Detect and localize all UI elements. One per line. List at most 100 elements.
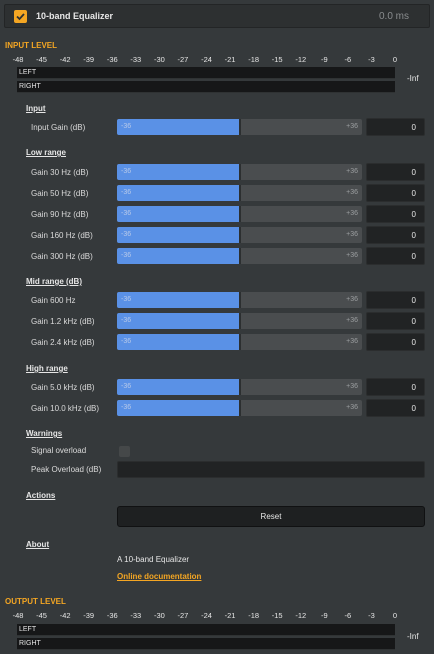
- gain-slider[interactable]: -36 +36: [117, 119, 362, 135]
- slider-fill: [117, 119, 240, 135]
- gain-value: 0: [411, 231, 416, 240]
- slider-max-label: +36: [346, 210, 358, 217]
- slider-max-label: +36: [346, 338, 358, 345]
- section-input: Input: [26, 104, 46, 113]
- gain-value-field[interactable]: 0: [366, 118, 425, 136]
- slider-thumb[interactable]: [239, 313, 241, 329]
- slider-min-label: -36: [121, 404, 132, 411]
- slider-fill: [117, 313, 240, 329]
- gain-value-field[interactable]: 0: [366, 205, 425, 223]
- slider-fill: [117, 248, 240, 264]
- gain-value-field[interactable]: 0: [366, 184, 425, 202]
- reset-button[interactable]: Reset: [117, 506, 425, 527]
- input-meter-right: RIGHT: [17, 81, 395, 93]
- scale-tick-label: -45: [36, 611, 47, 620]
- signal-overload-indicator: [119, 446, 130, 457]
- slider-thumb[interactable]: [239, 185, 241, 201]
- section-about: About: [26, 540, 50, 549]
- slider-thumb[interactable]: [239, 206, 241, 222]
- scale-tick-label: -42: [59, 611, 71, 620]
- gain-slider[interactable]: -36 +36: [117, 248, 362, 264]
- scale-tick-label: -18: [248, 611, 260, 620]
- scale-tick-label: -42: [59, 55, 71, 64]
- slider-thumb[interactable]: [239, 248, 241, 264]
- slider-thumb[interactable]: [239, 334, 241, 350]
- gain-value-field[interactable]: 0: [366, 291, 425, 309]
- gain-value-field[interactable]: 0: [366, 226, 425, 244]
- scale-tick-label: -33: [130, 611, 142, 620]
- slider-label: Gain 2.4 kHz (dB): [31, 338, 95, 347]
- scale-tick-label: -9: [320, 55, 328, 64]
- section-mid-range: Mid range (dB): [26, 277, 82, 286]
- gain-value-field[interactable]: 0: [366, 163, 425, 181]
- scale-tick-label: -33: [130, 55, 142, 64]
- slider-fill: [117, 164, 240, 180]
- gain-value-field[interactable]: 0: [366, 399, 425, 417]
- slider-thumb[interactable]: [239, 379, 241, 395]
- gain-slider[interactable]: -36 +36: [117, 379, 362, 395]
- input-peak-readout: -Inf: [407, 74, 419, 83]
- scale-tick-label: -48: [12, 611, 24, 620]
- scale-tick-label: -45: [36, 55, 47, 64]
- gain-value-field[interactable]: 0: [366, 378, 425, 396]
- slider-fill: [117, 334, 240, 350]
- input-meter-left: LEFT: [17, 67, 395, 79]
- slider-max-label: +36: [346, 168, 358, 175]
- output-level-title: OUTPUT LEVEL: [5, 597, 66, 606]
- scale-tick-label: -3: [368, 611, 375, 620]
- gain-value-field[interactable]: 0: [366, 312, 425, 330]
- slider-thumb[interactable]: [239, 164, 241, 180]
- input-level-scale: -48 -45 -42 -39 -36 -33 -30 -27 -24 -21 -18 -15 -12-…: [0, 55, 434, 67]
- gain-value: 0: [411, 296, 416, 305]
- slider-min-label: -36: [121, 383, 132, 390]
- gain-slider[interactable]: -36 +36: [117, 164, 362, 180]
- slider-fill: [117, 206, 240, 222]
- about-text: A 10-band Equalizer: [117, 555, 190, 564]
- slider-label: Gain 50 Hz (dB): [31, 189, 89, 198]
- slider-label: Input Gain (dB): [31, 123, 86, 132]
- online-documentation-link[interactable]: Online documentation: [117, 572, 201, 581]
- slider-fill: [117, 292, 240, 308]
- gain-value-field[interactable]: 0: [366, 247, 425, 265]
- plugin-header: 10-band Equalizer 0.0 ms: [4, 4, 430, 28]
- output-meter-left-label: LEFT: [19, 626, 37, 633]
- slider-fill: [117, 379, 240, 395]
- gain-slider[interactable]: -36 +36: [117, 206, 362, 222]
- output-meter-right-label: RIGHT: [19, 640, 41, 647]
- gain-slider[interactable]: -36 +36: [117, 227, 362, 243]
- scale-tick-label: -21: [224, 55, 236, 64]
- slider-thumb[interactable]: [239, 292, 241, 308]
- gain-value: 0: [411, 189, 416, 198]
- section-warnings: Warnings: [26, 429, 63, 438]
- gain-value: 0: [411, 168, 416, 177]
- scale-tick-label: -36: [106, 611, 118, 620]
- scale-tick-label: -24: [201, 611, 212, 620]
- section-high-range: High range: [26, 364, 68, 373]
- slider-label: Gain 1.2 kHz (dB): [31, 317, 95, 326]
- gain-slider[interactable]: -36 +36: [117, 400, 362, 416]
- slider-max-label: +36: [346, 317, 358, 324]
- slider-min-label: -36: [121, 231, 132, 238]
- slider-thumb[interactable]: [239, 400, 241, 416]
- gain-slider[interactable]: -36 +36: [117, 313, 362, 329]
- output-meter-right: RIGHT: [17, 638, 395, 650]
- gain-slider[interactable]: -36 +36: [117, 292, 362, 308]
- output-peak-readout: -Inf: [407, 632, 419, 641]
- gain-value: 0: [411, 338, 416, 347]
- scale-tick-label: -3: [368, 55, 375, 64]
- slider-thumb[interactable]: [239, 119, 241, 135]
- slider-fill: [117, 185, 240, 201]
- scale-tick-label: -9: [320, 611, 328, 620]
- slider-max-label: +36: [346, 296, 358, 303]
- gain-slider[interactable]: -36 +36: [117, 334, 362, 350]
- slider-label: Gain 30 Hz (dB): [31, 168, 89, 177]
- slider-min-label: -36: [121, 123, 132, 130]
- signal-overload-label: Signal overload: [31, 446, 87, 455]
- scale-tick-label: -6: [344, 55, 352, 64]
- enable-checkbox[interactable]: [14, 10, 27, 23]
- slider-thumb[interactable]: [239, 227, 241, 243]
- gain-slider[interactable]: -36 +36: [117, 185, 362, 201]
- scale-tick-label: -12: [295, 611, 307, 620]
- gain-value: 0: [411, 383, 416, 392]
- gain-value-field[interactable]: 0: [366, 333, 425, 351]
